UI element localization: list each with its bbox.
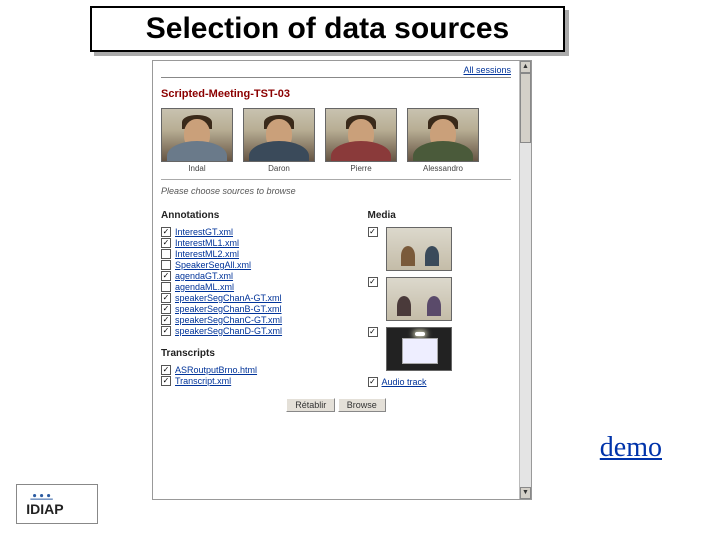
- checkbox[interactable]: ✓: [368, 277, 378, 287]
- checkbox[interactable]: [161, 260, 171, 270]
- transcripts-title: Transcripts: [161, 348, 348, 359]
- people-row: Indal Daron Pierre Alessandro: [161, 108, 511, 173]
- audio-item: ✓ Audio track: [368, 377, 511, 387]
- annotations-list: ✓ InterestGT.xml ✓ InterestML1.xmlInterestM…: [161, 227, 348, 336]
- media-list: ✓ ✓ ✓: [368, 227, 511, 371]
- checkbox[interactable]: ✓: [161, 376, 171, 386]
- checkbox[interactable]: ✓: [161, 365, 171, 375]
- checkbox[interactable]: ✓: [368, 327, 378, 337]
- audio-checkbox[interactable]: ✓: [368, 377, 378, 387]
- demo-link[interactable]: demo: [600, 432, 662, 464]
- annotation-link[interactable]: InterestGT.xml: [175, 227, 233, 237]
- person-2: Daron: [243, 108, 315, 173]
- media-item: ✓: [368, 227, 511, 271]
- scroll-thumb[interactable]: [520, 73, 531, 143]
- checkbox[interactable]: ✓: [161, 271, 171, 281]
- browser-content: All sessions Scripted-Meeting-TST-03 Ind…: [153, 61, 519, 499]
- annotation-link[interactable]: agendaML.xml: [175, 282, 234, 292]
- portrait-3: [325, 108, 397, 162]
- right-column: Media ✓ ✓ ✓ ✓ Audio track: [368, 206, 511, 388]
- media-title: Media: [368, 210, 511, 221]
- media-thumbnail[interactable]: [386, 227, 452, 271]
- checkbox[interactable]: [161, 249, 171, 259]
- annotation-link[interactable]: agendaGT.xml: [175, 271, 233, 281]
- portrait-2: [243, 108, 315, 162]
- browser-panel: ▲ ▼ All sessions Scripted-Meeting-TST-03…: [152, 60, 532, 500]
- person-1: Indal: [161, 108, 233, 173]
- button-row: Rétablir Browse: [161, 398, 511, 412]
- person-3: Pierre: [325, 108, 397, 173]
- all-sessions-link[interactable]: All sessions: [463, 65, 511, 75]
- left-column: Annotations ✓ InterestGT.xml ✓ InterestML1.…: [161, 206, 348, 388]
- browse-button[interactable]: Browse: [338, 398, 386, 412]
- checkbox[interactable]: ✓: [161, 227, 171, 237]
- annotation-link[interactable]: InterestML2.xml: [175, 249, 239, 259]
- annotation-item: SpeakerSegAll.xml: [161, 260, 348, 270]
- annotation-item: agendaML.xml: [161, 282, 348, 292]
- person-2-name: Daron: [243, 164, 315, 173]
- columns: Annotations ✓ InterestGT.xml ✓ InterestML1.…: [161, 206, 511, 388]
- slide-title-box: Selection of data sources: [90, 6, 565, 52]
- transcript-item: ✓ ASRoutputBrno.html: [161, 365, 348, 375]
- session-title: Scripted-Meeting-TST-03: [161, 88, 511, 100]
- annotation-link[interactable]: speakerSegChanC-GT.xml: [175, 315, 282, 325]
- checkbox[interactable]: ✓: [161, 304, 171, 314]
- divider: [161, 179, 511, 180]
- annotation-link[interactable]: speakerSegChanA-GT.xml: [175, 293, 282, 303]
- portrait-4: [407, 108, 479, 162]
- checkbox[interactable]: ✓: [161, 315, 171, 325]
- idiap-logo: IDIAP: [16, 484, 98, 524]
- transcript-link[interactable]: ASRoutputBrno.html: [175, 365, 257, 375]
- topbar: All sessions: [161, 65, 511, 78]
- annotation-item: ✓ speakerSegChanC-GT.xml: [161, 315, 348, 325]
- annotation-link[interactable]: speakerSegChanD-GT.xml: [175, 326, 282, 336]
- annotation-item: ✓ speakerSegChanA-GT.xml: [161, 293, 348, 303]
- scroll-up-button[interactable]: ▲: [520, 61, 531, 73]
- person-4: Alessandro: [407, 108, 479, 173]
- slide-title: Selection of data sources: [146, 12, 509, 46]
- media-item: ✓: [368, 277, 511, 321]
- checkbox[interactable]: ✓: [161, 293, 171, 303]
- annotation-item: ✓ InterestML1.xml: [161, 238, 348, 248]
- media-thumbnail[interactable]: [386, 327, 452, 371]
- person-1-name: Indal: [161, 164, 233, 173]
- annotation-link[interactable]: SpeakerSegAll.xml: [175, 260, 251, 270]
- svg-text:IDIAP: IDIAP: [26, 501, 63, 517]
- transcript-link[interactable]: Transcript.xml: [175, 376, 231, 386]
- checkbox[interactable]: ✓: [161, 326, 171, 336]
- annotation-item: InterestML2.xml: [161, 249, 348, 259]
- annotation-link[interactable]: InterestML1.xml: [175, 238, 239, 248]
- transcripts-list: ✓ ASRoutputBrno.html ✓ Transcript.xml: [161, 365, 348, 386]
- scrollbar[interactable]: ▲ ▼: [519, 61, 531, 499]
- portrait-1: [161, 108, 233, 162]
- checkbox[interactable]: ✓: [368, 227, 378, 237]
- media-item: ✓: [368, 327, 511, 371]
- media-thumbnail[interactable]: [386, 277, 452, 321]
- annotation-link[interactable]: speakerSegChanB-GT.xml: [175, 304, 282, 314]
- instruction-text: Please choose sources to browse: [161, 186, 511, 196]
- annotation-item: ✓ InterestGT.xml: [161, 227, 348, 237]
- person-4-name: Alessandro: [407, 164, 479, 173]
- scroll-down-button[interactable]: ▼: [520, 487, 531, 499]
- reset-button[interactable]: Rétablir: [286, 398, 335, 412]
- annotation-item: ✓ speakerSegChanB-GT.xml: [161, 304, 348, 314]
- checkbox[interactable]: ✓: [161, 238, 171, 248]
- audio-link[interactable]: Audio track: [382, 377, 427, 387]
- annotations-title: Annotations: [161, 210, 348, 221]
- checkbox[interactable]: [161, 282, 171, 292]
- person-3-name: Pierre: [325, 164, 397, 173]
- annotation-item: ✓ agendaGT.xml: [161, 271, 348, 281]
- transcript-item: ✓ Transcript.xml: [161, 376, 348, 386]
- annotation-item: ✓ speakerSegChanD-GT.xml: [161, 326, 348, 336]
